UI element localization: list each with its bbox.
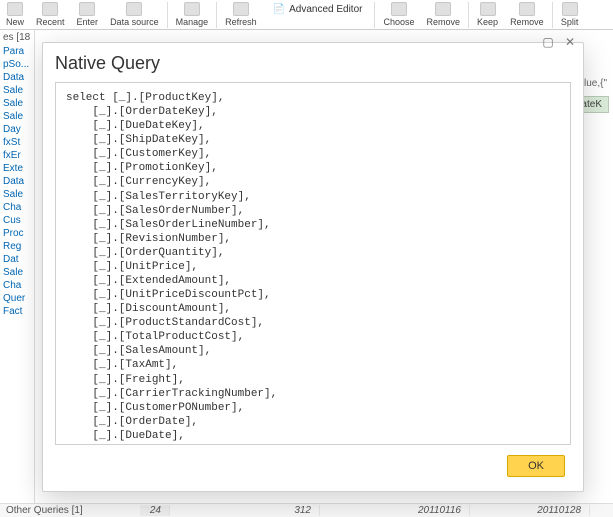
query-item[interactable]: Sale [0,266,34,279]
cell-value-2[interactable]: 20110116 [320,505,470,516]
status-other-queries: Other Queries [1] [0,505,89,516]
separator [167,2,168,28]
enter-label: Enter [77,17,99,27]
datasource-label: Data source [110,17,159,27]
separator [552,2,553,28]
query-item[interactable]: Sale [0,110,34,123]
query-item[interactable]: pSo... [0,58,34,71]
manage-button[interactable]: Manage [170,2,215,27]
restore-icon[interactable]: ▢ [541,35,555,49]
query-item[interactable]: Quer [0,292,34,305]
refresh-button[interactable]: Refresh [219,2,263,27]
query-item[interactable]: Proc [0,227,34,240]
datasource-button[interactable]: Data source [104,2,165,27]
status-bar: Other Queries [1] 24 312 20110116 201101… [0,503,613,517]
remove-rows-button[interactable]: Remove [504,2,550,27]
keep-label: Keep [477,17,498,27]
enter-icon [79,2,95,16]
query-item[interactable]: fxEr [0,149,34,162]
query-item[interactable]: Sale [0,188,34,201]
dialog-title: Native Query [43,43,583,82]
choose-label: Choose [383,17,414,27]
formula-fragment: lue,{" [584,78,607,89]
query-item[interactable]: Fact [0,305,34,318]
query-item[interactable]: Day [0,123,34,136]
query-item[interactable]: fxSt [0,136,34,149]
cell-value-1[interactable]: 312 [170,505,320,516]
new-icon [7,2,23,16]
query-text[interactable]: select [_].[ProductKey], [_].[OrderDateK… [55,82,571,445]
datasource-icon [126,2,142,16]
recent-icon [42,2,58,16]
row-index: 24 [140,505,170,516]
query-item[interactable]: Data [0,71,34,84]
keep-icon [480,2,496,16]
new-button[interactable]: New [0,2,30,27]
separator [216,2,217,28]
ok-button[interactable]: OK [507,455,565,477]
remove-columns-button[interactable]: Remove [421,2,467,27]
query-item[interactable]: Sale [0,97,34,110]
refresh-icon [233,2,249,16]
recent-label: Recent [36,17,65,27]
separator [374,2,375,28]
choose-icon [391,2,407,16]
remove-icon [435,2,451,16]
cell-value-3[interactable]: 20110128 [470,505,590,516]
choose-button[interactable]: Choose [377,2,420,27]
keep-button[interactable]: Keep [471,2,504,27]
native-query-dialog: ▢ ✕ Native Query select [_].[ProductKey]… [42,42,584,492]
query-item[interactable]: Reg [0,240,34,253]
manage-label: Manage [176,17,209,27]
query-item[interactable]: Cus [0,214,34,227]
remove-rows-label: Remove [510,17,544,27]
remove-rows-icon [519,2,535,16]
sql-body: select [_].[ProductKey], [_].[OrderDateK… [66,92,277,445]
query-item[interactable]: Cha [0,279,34,292]
new-label: New [6,17,24,27]
close-icon[interactable]: ✕ [563,35,577,49]
query-item[interactable]: Sale [0,84,34,97]
manage-icon [184,2,200,16]
remove-label: Remove [427,17,461,27]
query-item[interactable]: Dat [0,253,34,266]
enter-button[interactable]: Enter [71,2,105,27]
split-icon [562,2,578,16]
advanced-editor-icon: 📄 [273,4,285,15]
split-label: Split [561,17,579,27]
split-button[interactable]: Split [555,2,585,27]
advanced-editor-label: Advanced Editor [289,4,362,15]
query-item[interactable]: Exte [0,162,34,175]
recent-button[interactable]: Recent [30,2,71,27]
queries-header: es [18 [0,30,34,45]
advanced-editor-button[interactable]: 📄 Advanced Editor [267,2,369,17]
query-item[interactable]: Cha [0,201,34,214]
separator [468,2,469,28]
queries-pane: es [18 ParapSo...DataSaleSaleSaleDayfxSt… [0,30,35,503]
query-item[interactable]: Para [0,45,34,58]
query-item[interactable]: Data [0,175,34,188]
refresh-label: Refresh [225,17,257,27]
